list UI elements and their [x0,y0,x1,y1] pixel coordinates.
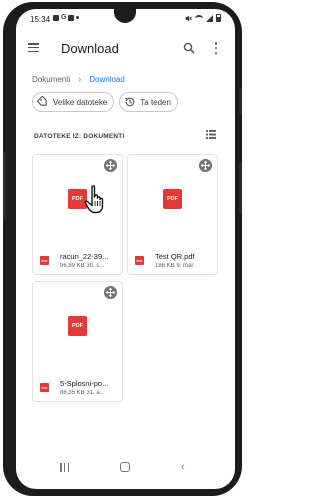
mute-icon [185,15,192,21]
label-icon [37,96,47,106]
signal-icon [206,14,213,22]
side-button [239,162,242,214]
file-meta: 88,35 KB 31. a... [60,390,105,396]
file-card[interactable]: PDF PDF Test QR.pdf 186 KB 9. mar. [127,154,218,275]
filter-chips: Velike datoteke Ta teden [32,92,178,112]
hand-cursor-icon [84,185,104,214]
dot-icon [76,16,80,19]
more-vert-icon[interactable] [214,42,218,54]
home-icon[interactable] [120,462,130,472]
file-footer[interactable]: PDF Test QR.pdf 186 KB 9. mar. [128,246,217,274]
pdf-icon: PDF [40,256,49,265]
file-name: Test QR.pdf [155,252,195,261]
page-title: Download [61,41,119,56]
status-time: 15:34 [30,15,51,24]
select-toggle-icon[interactable] [199,159,212,172]
side-button [3,152,6,220]
phone-frame: 15:34 G Download Dokumenti › Download Ve… [3,2,242,496]
chip-large-files[interactable]: Velike datoteke [32,92,115,112]
search-icon[interactable] [183,42,195,54]
history-icon [125,97,135,107]
file-name: 5-Splosni-po... [60,379,109,388]
select-toggle-icon[interactable] [104,286,117,299]
select-toggle-icon[interactable] [104,159,117,172]
file-footer[interactable]: PDF 5-Splosni-po... 88,35 KB 31. a... [33,373,122,401]
system-nav-bar: ‹ [16,457,235,477]
pdf-icon: PDF [68,316,87,336]
file-meta: 96,89 KB 30. s... [60,263,105,269]
breadcrumb: Dokumenti › Download [32,74,125,84]
file-thumbnail[interactable]: PDF [33,282,122,373]
notification-icon [53,14,59,21]
camera-notch [114,9,136,23]
app-bar: Download [16,31,235,65]
pdf-icon: PDF [135,256,144,265]
file-card[interactable]: PDF PDF racun_22-39... 96,89 KB 30. s... [32,154,123,275]
g-icon: G [61,14,67,21]
file-thumbnail[interactable]: PDF [128,155,217,246]
status-bar: 15:34 G [16,9,235,29]
notification-icon [68,14,75,21]
side-button [239,88,242,114]
screen: 15:34 G Download Dokumenti › Download Ve… [16,9,235,489]
file-meta: 186 KB 9. mar. [155,263,195,269]
wifi-icon [195,14,203,22]
status-icons-left: G [53,14,80,21]
chevron-right-icon: › [78,74,82,84]
battery-icon [216,14,221,22]
breadcrumb-item-download[interactable]: Download [89,75,125,84]
chip-label: Ta teden [140,97,171,107]
menu-icon[interactable] [28,43,39,52]
pdf-icon: PDF [163,189,182,209]
breadcrumb-item-dokumenti[interactable]: Dokumenti [32,75,70,84]
status-icons-right [185,14,221,22]
file-footer[interactable]: PDF racun_22-39... 96,89 KB 30. s... [33,246,122,274]
chip-this-week[interactable]: Ta teden [119,92,178,112]
file-name: racun_22-39... [60,252,109,261]
chip-label: Velike datoteke [53,97,108,107]
back-icon[interactable]: ‹ [181,461,185,473]
list-view-icon[interactable] [206,130,216,139]
file-card[interactable]: PDF PDF 5-Splosni-po... 88,35 KB 31. a..… [32,281,123,402]
recent-apps-icon[interactable] [60,463,69,472]
pdf-icon: PDF [40,383,49,392]
section-title: DATOTEKE IZ: DOKUMENTI [34,133,125,140]
